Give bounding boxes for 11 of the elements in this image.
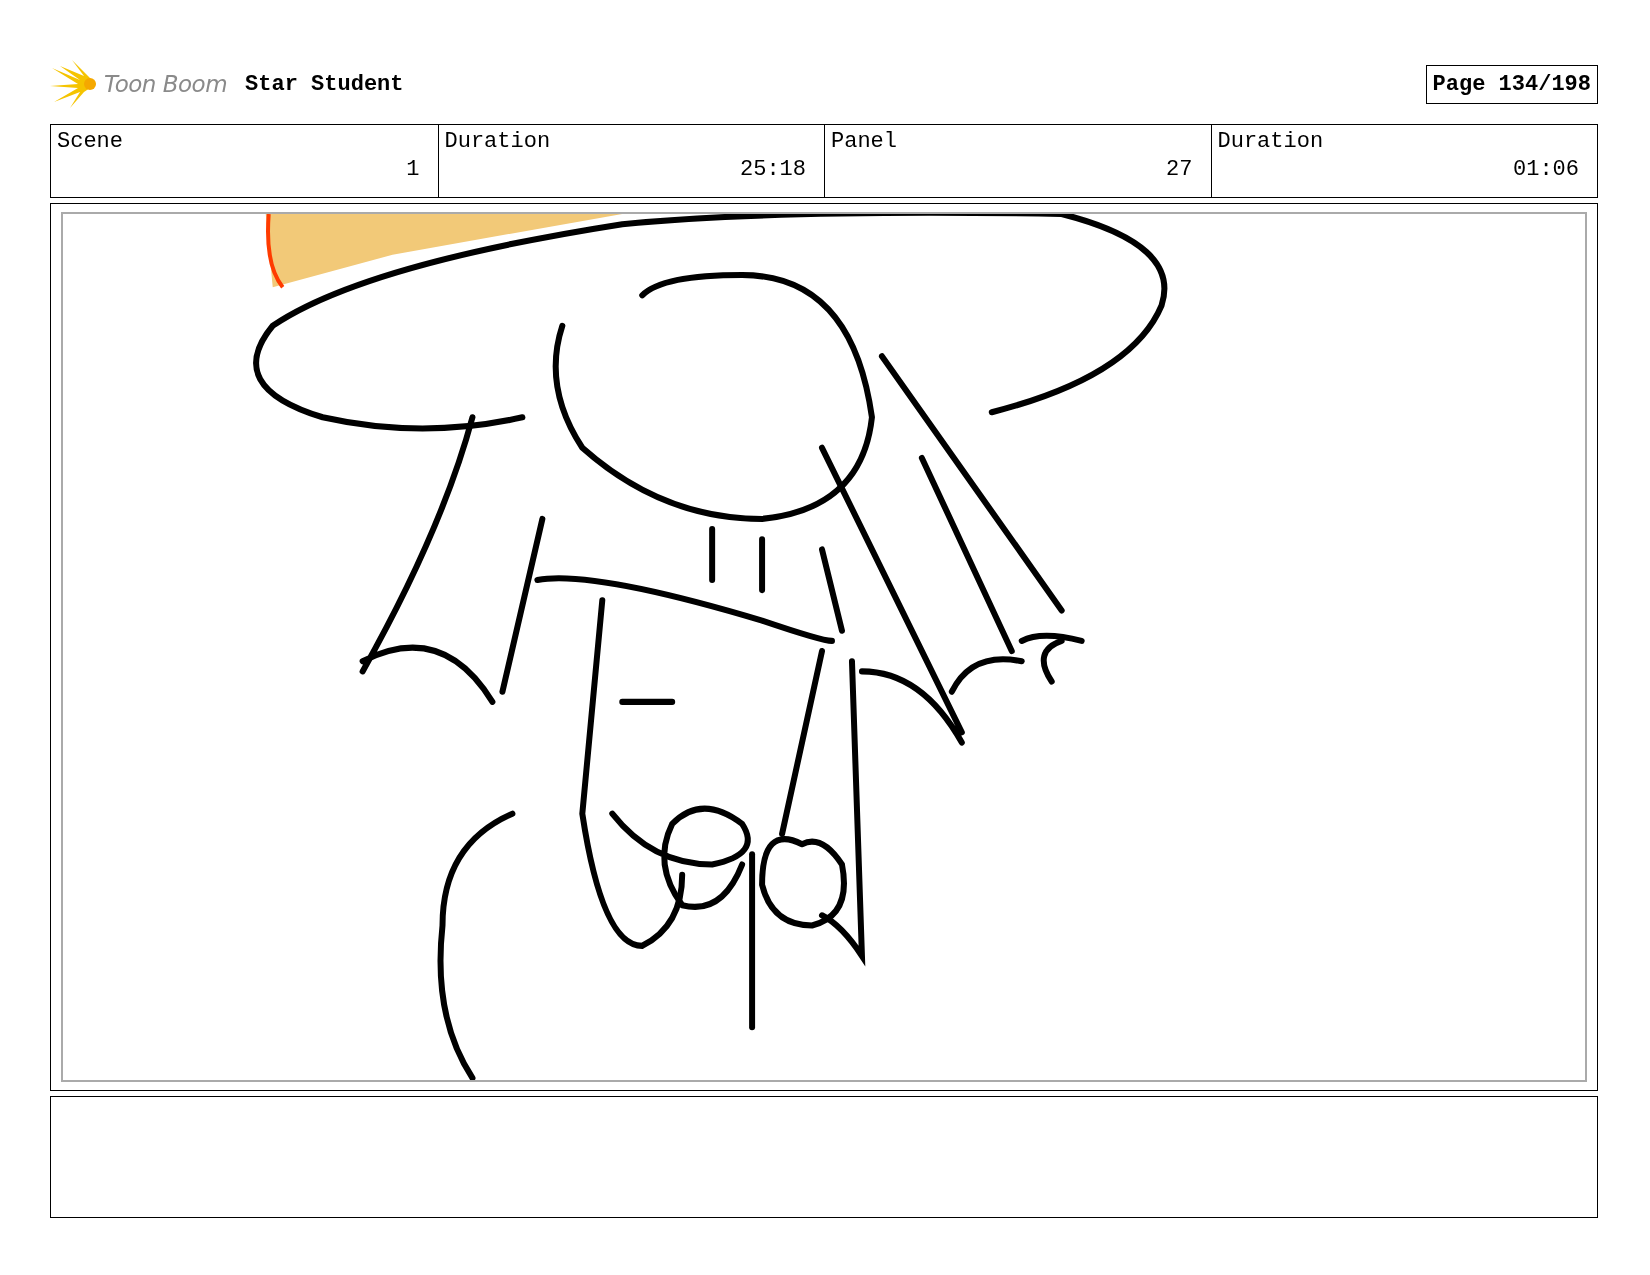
- field-label: Duration: [444, 129, 552, 154]
- field-value: 1: [406, 157, 420, 182]
- field-value: 27: [1166, 157, 1193, 182]
- field-label: Panel: [831, 129, 898, 154]
- field-value: 01:06: [1513, 157, 1579, 182]
- logo-text: Toon Boom: [104, 71, 228, 97]
- page-number: Page 134/198: [1425, 64, 1598, 104]
- project-title: Star Student: [245, 71, 404, 97]
- field-label: Scene: [57, 129, 124, 154]
- field-label: Duration: [1217, 129, 1325, 154]
- field-value: 25:18: [740, 157, 806, 182]
